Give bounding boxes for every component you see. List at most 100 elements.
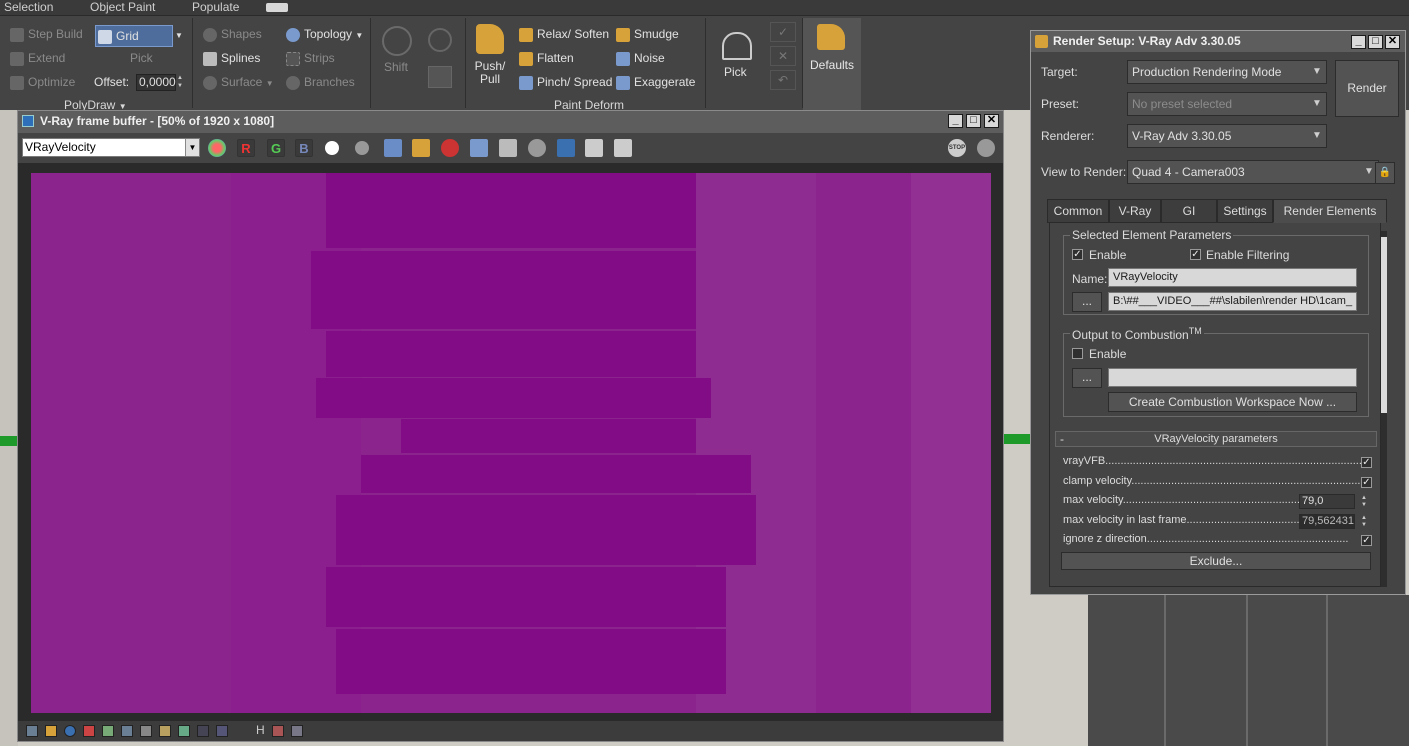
velocity-rollout-header[interactable]: - VRayVelocity parameters xyxy=(1055,431,1377,447)
step-build-button[interactable]: Step Build xyxy=(10,24,83,44)
max-velocity-spinner[interactable]: ▲ ▼ xyxy=(1359,495,1369,510)
close-button[interactable]: ✕ xyxy=(1385,35,1400,49)
create-combustion-workspace-button[interactable]: Create Combustion Workspace Now ... xyxy=(1108,392,1357,412)
vfb-title-bar[interactable]: V-Ray frame buffer - [50% of 1920 x 1080… xyxy=(18,111,1003,133)
relax-soften-button[interactable]: Relax/ Soften xyxy=(519,24,609,44)
tab-gi[interactable]: GI xyxy=(1161,199,1217,223)
clamp-velocity-checkbox[interactable]: ✓ xyxy=(1361,477,1372,488)
exclude-button[interactable]: Exclude... xyxy=(1061,552,1371,570)
topology-button[interactable]: Topology ▼ xyxy=(286,24,363,44)
defaults-button[interactable]: Defaults xyxy=(803,18,861,110)
duplicate-to-max-icon[interactable] xyxy=(470,139,488,157)
track-mouse-icon[interactable] xyxy=(499,139,517,157)
rotate-brush-icon[interactable] xyxy=(428,28,452,52)
undo-arrow-icon[interactable]: ↶ xyxy=(770,70,796,90)
color-picker-icon[interactable] xyxy=(45,725,57,737)
histogram-icon[interactable] xyxy=(140,725,152,737)
tab-selection[interactable]: Selection xyxy=(4,0,53,16)
tab-populate[interactable]: Populate xyxy=(192,0,239,16)
clear-image-icon[interactable] xyxy=(441,139,459,157)
channel-dropdown-arrow-icon[interactable]: ▼ xyxy=(185,139,199,156)
smudge-button[interactable]: Smudge xyxy=(616,24,679,44)
render-teapot-icon[interactable] xyxy=(977,139,995,157)
extend-button[interactable]: Extend xyxy=(10,48,65,68)
render-setup-title-bar[interactable]: Render Setup: V-Ray Adv 3.30.05 _ □ ✕ xyxy=(1031,31,1405,52)
ribbon-options-icon[interactable] xyxy=(266,3,288,12)
offset-input[interactable]: 0,0000 xyxy=(136,74,176,91)
hsl-icon[interactable] xyxy=(102,725,114,737)
panel-scrollbar[interactable] xyxy=(1381,231,1387,587)
ab-compare-icon[interactable] xyxy=(557,139,575,157)
renderer-select[interactable]: V-Ray Adv 3.30.05 ▼ xyxy=(1127,124,1327,148)
render-button[interactable]: Render xyxy=(1335,60,1399,117)
shift-icon[interactable] xyxy=(382,26,412,56)
icc-h-icon[interactable]: H xyxy=(256,723,265,737)
save-image-icon[interactable] xyxy=(384,139,402,157)
maximize-button[interactable]: □ xyxy=(966,114,981,128)
lens-effects-icon[interactable] xyxy=(614,139,632,157)
tab-vray[interactable]: V-Ray xyxy=(1109,199,1161,223)
compare-icon[interactable] xyxy=(272,725,284,737)
pixel-aspect-icon[interactable] xyxy=(291,725,303,737)
pinch-spread-button[interactable]: Pinch/ Spread xyxy=(519,72,612,92)
tab-settings[interactable]: Settings xyxy=(1217,199,1273,223)
push-pull-icon[interactable] xyxy=(476,24,504,54)
surface-button[interactable]: Surface ▼ xyxy=(203,72,274,92)
close-button[interactable]: ✕ xyxy=(984,114,999,128)
max-velocity-input[interactable]: 79,0 xyxy=(1299,494,1355,509)
enable-checkbox[interactable]: ✓ xyxy=(1072,249,1083,260)
minimize-button[interactable]: _ xyxy=(948,114,963,128)
background-image-icon[interactable] xyxy=(178,725,190,737)
browse-path-button[interactable]: ... xyxy=(1072,292,1102,312)
branches-button[interactable]: Branches xyxy=(286,72,355,92)
target-select[interactable]: Production Rendering Mode ▼ xyxy=(1127,60,1327,84)
combustion-path-input[interactable] xyxy=(1108,368,1357,387)
flatten-button[interactable]: Flatten xyxy=(519,48,574,68)
view-to-render-select[interactable]: Quad 4 - Camera003 ▼ xyxy=(1127,160,1379,184)
red-channel-button[interactable]: R xyxy=(237,139,255,157)
info-icon[interactable] xyxy=(64,725,76,737)
ignore-z-direction-checkbox[interactable]: ✓ xyxy=(1361,535,1372,546)
blue-channel-button[interactable]: B xyxy=(295,139,313,157)
green-channel-button[interactable]: G xyxy=(267,139,285,157)
grid-button[interactable]: Grid xyxy=(95,25,173,47)
pick-lock-icon[interactable] xyxy=(722,32,752,60)
exposure-icon[interactable] xyxy=(159,725,171,737)
load-image-icon[interactable] xyxy=(412,139,430,157)
levels-icon[interactable] xyxy=(83,725,95,737)
alpha-white-icon[interactable] xyxy=(325,141,339,155)
mono-icon[interactable] xyxy=(355,141,369,155)
tab-render-elements[interactable]: Render Elements xyxy=(1273,199,1387,223)
optimize-button[interactable]: Optimize xyxy=(10,72,75,92)
stop-render-icon[interactable]: STOP xyxy=(948,139,966,157)
vrayvfb-checkbox[interactable]: ✓ xyxy=(1361,457,1372,468)
maximize-button[interactable]: □ xyxy=(1368,35,1383,49)
checkmark-icon[interactable]: ✓ xyxy=(770,22,796,42)
channel-select[interactable]: VRayVelocity ▼ xyxy=(22,138,200,157)
pick-grid-button[interactable]: Pick xyxy=(130,48,153,68)
brush-options-icon[interactable] xyxy=(428,66,452,88)
element-path-input[interactable]: B:\##___VIDEO___##\slabilen\render HD\1c… xyxy=(1108,292,1357,311)
render-region-teapot-icon[interactable] xyxy=(528,139,546,157)
offset-spinner[interactable]: ▲ ▼ xyxy=(177,74,185,91)
grid-dropdown-arrow-icon[interactable]: ▼ xyxy=(175,26,183,46)
strips-button[interactable]: Strips xyxy=(286,48,335,68)
shapes-button[interactable]: Shapes xyxy=(203,24,262,44)
element-name-input[interactable]: VRayVelocity xyxy=(1108,268,1357,287)
panel-scrollbar-thumb[interactable] xyxy=(1381,237,1387,413)
noise-button[interactable]: Noise xyxy=(616,48,665,68)
curve-icon[interactable] xyxy=(121,725,133,737)
enable-filtering-checkbox[interactable]: ✓ xyxy=(1190,249,1201,260)
minimize-button[interactable]: _ xyxy=(1351,35,1366,49)
rendered-image[interactable] xyxy=(31,173,991,713)
color-channels-icon[interactable] xyxy=(208,139,226,157)
combustion-enable-checkbox[interactable] xyxy=(1072,348,1083,359)
ocio-icon[interactable] xyxy=(216,725,228,737)
exaggerate-button[interactable]: Exaggerate xyxy=(616,72,695,92)
splines-button[interactable]: Splines xyxy=(203,48,260,68)
close-x-icon[interactable]: ✕ xyxy=(770,46,796,66)
push-pull-label[interactable]: Push/ Pull xyxy=(474,60,506,86)
tab-object-paint[interactable]: Object Paint xyxy=(90,0,155,16)
combustion-browse-button[interactable]: ... xyxy=(1072,368,1102,388)
history-icon[interactable] xyxy=(585,139,603,157)
